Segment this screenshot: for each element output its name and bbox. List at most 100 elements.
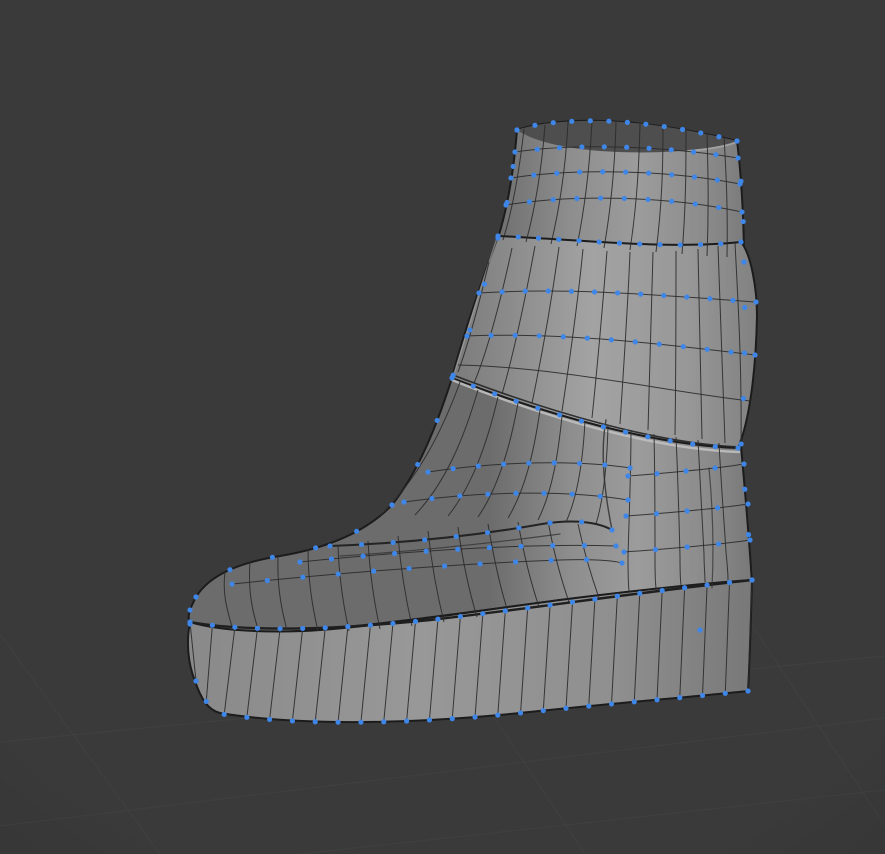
mesh-vertex[interactable] [541,490,547,496]
mesh-vertex[interactable] [712,443,718,450]
mesh-vertex[interactable] [625,497,631,503]
mesh-vertex[interactable] [534,146,540,152]
mesh-vertex[interactable] [415,461,421,468]
mesh-vertex[interactable] [657,242,663,248]
mesh-vertex[interactable] [698,130,704,136]
mesh-vertex[interactable] [354,528,360,534]
mesh-vertex[interactable] [475,463,481,469]
mesh-vertex[interactable] [406,565,412,572]
mesh-vertex[interactable] [690,441,696,447]
mesh-vertex[interactable] [269,554,275,560]
mesh-vertex[interactable] [435,616,441,622]
mesh-vertex[interactable] [591,289,598,295]
mesh-vertex[interactable] [654,471,660,477]
mesh-vertex[interactable] [550,542,556,549]
mesh-vertex[interactable] [569,491,575,497]
mesh-vertex[interactable] [730,297,736,303]
mesh-vertex[interactable] [621,549,627,555]
mesh-vertex[interactable] [697,241,704,248]
mesh-vertex[interactable] [741,259,747,265]
mesh-vertex[interactable] [740,218,746,225]
mesh-vertex[interactable] [267,716,273,723]
mesh-vertex[interactable] [697,627,703,633]
mesh-vertex[interactable] [638,291,644,297]
mesh-vertex[interactable] [389,502,395,508]
mesh-vertex[interactable] [714,177,720,183]
mesh-vertex[interactable] [741,350,748,356]
mesh-vertex[interactable] [621,195,627,202]
mesh-vertex[interactable] [476,290,482,296]
mesh-vertex[interactable] [526,460,532,466]
mesh-vertex[interactable] [531,172,537,178]
mesh-vertex[interactable] [522,288,528,294]
mesh-vertex[interactable] [254,625,261,631]
mesh-vertex[interactable] [637,590,643,596]
mesh-vertex[interactable] [578,418,585,424]
mesh-vertex[interactable] [508,175,514,181]
mesh-vertex[interactable] [574,195,580,202]
3d-viewport[interactable] [0,0,885,854]
mesh-vertex[interactable] [360,553,366,559]
mesh-vertex[interactable] [488,332,494,338]
mesh-vertex[interactable] [627,465,633,471]
mesh-vertex[interactable] [656,341,662,347]
mesh-vertex[interactable] [327,543,333,549]
mesh-vertex[interactable] [692,201,698,207]
mesh-vertex[interactable] [495,235,501,241]
mesh-vertex[interactable] [313,545,319,551]
mesh-vertex[interactable] [654,697,660,703]
mesh-vertex[interactable] [739,209,745,215]
mesh-vertex[interactable] [425,469,431,475]
mesh-vertex[interactable] [577,169,583,175]
mesh-vertex[interactable] [602,462,608,468]
mesh-vertex[interactable] [677,695,683,701]
mesh-vertex[interactable] [579,144,585,150]
mesh-vertex[interactable] [401,499,407,505]
mesh-vertex[interactable] [646,170,652,176]
mesh-vertex[interactable] [547,602,553,608]
mesh-vertex[interactable] [581,542,587,549]
mesh-vertex[interactable] [742,304,748,311]
mesh-vertex[interactable] [622,429,629,435]
mesh-vertex[interactable] [499,289,505,295]
mesh-vertex[interactable] [335,571,341,577]
mesh-vertex[interactable] [704,346,710,352]
mesh-vertex[interactable] [371,568,377,574]
mesh-vertex[interactable] [556,236,562,242]
mesh-vertex[interactable] [728,349,734,355]
mesh-vertex[interactable] [525,605,531,611]
mesh-vertex[interactable] [714,505,721,511]
mesh-vertex[interactable] [322,625,328,631]
mesh-vertex[interactable] [335,719,341,725]
mesh-vertex[interactable] [526,199,533,205]
mesh-vertex[interactable] [669,172,675,178]
mesh-vertex[interactable] [745,501,751,507]
boot-mesh-canvas[interactable] [0,0,885,854]
mesh-vertex[interactable] [569,118,575,124]
mesh-vertex[interactable] [477,561,483,567]
mesh-vertex[interactable] [550,120,556,126]
mesh-vertex[interactable] [596,239,602,245]
mesh-vertex[interactable] [683,468,689,474]
mesh-vertex[interactable] [716,204,722,211]
mesh-vertex[interactable] [556,412,563,418]
mesh-vertex[interactable] [244,714,250,720]
mesh-vertex[interactable] [457,493,463,499]
mesh-vertex[interactable] [741,461,747,467]
mesh-vertex[interactable] [667,438,673,444]
mesh-vertex[interactable] [586,703,592,709]
mesh-vertex[interactable] [560,334,566,340]
mesh-vertex[interactable] [345,624,351,630]
mesh-vertex[interactable] [450,372,456,378]
mesh-vertex[interactable] [734,138,740,144]
mesh-vertex[interactable] [209,622,215,628]
mesh-vertex[interactable] [480,611,486,617]
mesh-vertex[interactable] [712,465,718,471]
mesh-vertex[interactable] [277,626,283,632]
mesh-vertex[interactable] [632,339,638,345]
mesh-vertex[interactable] [668,147,674,153]
mesh-vertex[interactable] [484,529,491,536]
mesh-vertex[interactable] [576,238,582,244]
mesh-vertex[interactable] [264,577,270,584]
mesh-vertex[interactable] [515,234,521,240]
